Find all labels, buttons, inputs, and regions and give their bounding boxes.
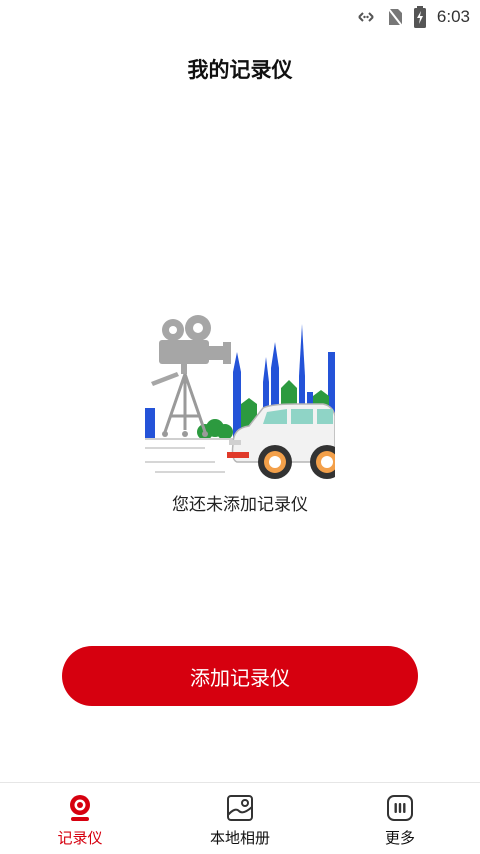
bottom-nav: 记录仪 本地相册 更多 (0, 782, 480, 854)
nav-label-album: 本地相册 (209, 829, 270, 847)
status-bar: 6:03 (0, 0, 480, 34)
nav-label-more: 更多 (384, 829, 415, 847)
film-camera (151, 315, 231, 386)
nav-item-dashcam[interactable]: 记录仪 (0, 783, 160, 854)
more-icon (387, 795, 413, 821)
dashcam-car-city-illustration (145, 315, 335, 479)
nav-label-dashcam: 记录仪 (57, 829, 103, 847)
battery-charging-icon (413, 6, 426, 28)
album-icon (227, 795, 253, 821)
data-transfer-icon (358, 12, 374, 22)
nav-item-more[interactable]: 更多 (320, 783, 480, 854)
add-dashcam-button[interactable]: 添加记录仪 (62, 646, 418, 706)
no-sim-icon (387, 7, 403, 27)
dashcam-icon (70, 795, 90, 821)
empty-state-message: 您还未添加记录仪 (172, 495, 308, 515)
tripod (163, 373, 207, 433)
status-icons: 6:03 (355, 5, 470, 29)
status-time: 6:03 (436, 7, 470, 26)
page-title: 我的记录仪 (187, 58, 293, 82)
nav-item-album[interactable]: 本地相册 (160, 783, 320, 854)
